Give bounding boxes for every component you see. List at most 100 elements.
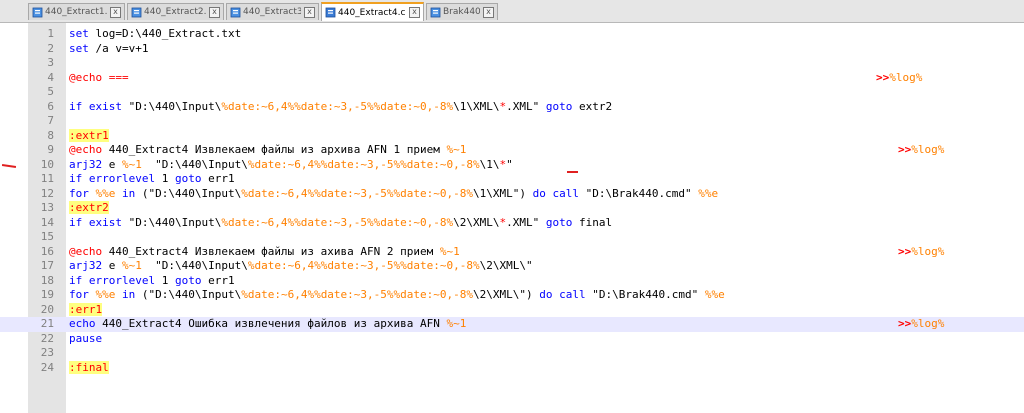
file-icon [32, 7, 43, 17]
line-number: 13 [40, 201, 54, 214]
tab-label: 440_Extract3.cmd [243, 7, 301, 17]
redirect-operator: >> [898, 143, 912, 156]
code-token: if exist [69, 99, 129, 113]
file-icon [230, 7, 241, 17]
code-token: %~1 [122, 157, 142, 171]
code-token: 1 [161, 172, 175, 185]
tab-bar: 440_Extract1.cmdx440_Extract2.cmdx440_Ex… [0, 0, 1024, 23]
code-text: for %%e in ("D:\440\Input\%date:~6,4%%da… [69, 288, 725, 303]
line-number: 5 [47, 85, 54, 98]
redirect-to-log: >>%log% [898, 143, 944, 158]
code-token: \2\XML\") [473, 288, 540, 301]
code-line[interactable]: 13 :extr2 [0, 201, 1024, 216]
log-variable: %log% [911, 317, 945, 330]
code-token: :extr1 [69, 128, 109, 142]
code-line[interactable]: 14 if exist "D:\440\Input\%date:~6,4%%dat… [0, 216, 1024, 231]
line-number: 12 [40, 186, 54, 200]
code-line[interactable]: 18 if errorlevel 1 goto err1 [0, 274, 1024, 289]
code-token: ("D:\440\Input\ [141, 186, 242, 200]
code-line[interactable]: 10 arj32 e %~1 "D:\440\Input\%date:~6,4%%… [0, 158, 1024, 173]
tab-440-extract3-cmd[interactable]: 440_Extract3.cmdx [226, 3, 319, 20]
code-text: pause [69, 332, 102, 347]
tab-brak440-cmd[interactable]: Brak440.cmdx [426, 3, 498, 20]
code-text: arj32 e %~1 "D:\440\Input\%date:~6,4%%da… [69, 259, 533, 274]
code-text: if exist "D:\440\Input\%date:~6,4%%date:… [69, 100, 612, 115]
redirect-operator: >> [898, 244, 912, 258]
code-token: extr2 [578, 99, 613, 113]
code-line[interactable]: 6 if exist "D:\440\Input\%date:~6,4%%date… [0, 100, 1024, 115]
tab-440-extract1-cmd[interactable]: 440_Extract1.cmdx [28, 3, 125, 20]
line-number: 22 [40, 331, 54, 345]
code-text: @echo === [69, 71, 129, 86]
code-line[interactable]: 21 echo 440_Extract4 Ошибка извлечения фа… [0, 317, 1024, 332]
code-token: err1 [208, 172, 235, 185]
code-line[interactable]: 5 [0, 85, 1024, 100]
code-line[interactable]: 7 [0, 114, 1024, 129]
code-token: "D:\Brak440.cmd" [592, 288, 705, 301]
code-token: " [506, 157, 513, 171]
code-line[interactable]: 22 pause [0, 332, 1024, 347]
close-icon[interactable]: x [409, 7, 420, 18]
code-token: %date:~6,4%%date:~3,-5%%date:~0,-8% [241, 288, 474, 301]
code-line[interactable]: 11 if errorlevel 1 goto err1 [0, 172, 1024, 187]
code-token: %%e [95, 186, 116, 200]
code-token: %~1 [439, 244, 460, 258]
code-token: /a v=v+1 [95, 41, 149, 55]
code-line[interactable]: 23 [0, 346, 1024, 361]
code-token: echo [69, 317, 103, 330]
code-line[interactable]: 19 for %%e in ("D:\440\Input\%date:~6,4%%… [0, 288, 1024, 303]
code-line[interactable]: 3 [0, 56, 1024, 71]
redirect-to-log: >>%log% [876, 71, 922, 86]
code-token: set [69, 27, 96, 40]
code-line[interactable]: 1 set log=D:\440_Extract.txt [0, 27, 1024, 42]
tab-label: 440_Extract1.cmd [45, 7, 107, 17]
code-token: "D:\Brak440.cmd" [585, 186, 699, 200]
tab-440-extract2-cmd[interactable]: 440_Extract2.cmdx [127, 3, 224, 20]
code-line[interactable]: 12 for %%e in ("D:\440\Input\%date:~6,4%%… [0, 187, 1024, 202]
line-number: 16 [40, 244, 54, 258]
code-token: e [108, 157, 122, 171]
line-number: 1 [47, 27, 54, 40]
close-icon[interactable]: x [209, 6, 220, 18]
tab-440-extract4-cmd[interactable]: 440_Extract4.cmdx [321, 2, 424, 21]
code-token: goto [545, 99, 579, 113]
code-token: .XML" [506, 99, 546, 113]
code-line[interactable]: 2 set /a v=v+1 [0, 42, 1024, 57]
code-token: goto [174, 273, 209, 287]
code-line[interactable]: 20 :err1 [0, 302, 1024, 318]
code-line[interactable]: 8:extr1 [0, 128, 1024, 144]
code-token: 440_Extract4 Извлекаем файлы из ахива AF… [108, 244, 440, 258]
code-token: e [108, 259, 122, 272]
red-underline-annotation [567, 171, 578, 173]
code-token: if exist [69, 215, 129, 229]
code-token: .XML" [506, 215, 546, 229]
close-icon[interactable]: x [483, 6, 494, 18]
code-text: echo 440_Extract4 Ошибка извлечения файл… [69, 317, 466, 332]
code-token: 440_Extract4 Извлекаем файлы из архива A… [108, 143, 447, 156]
code-line[interactable]: 9 @echo 440_Extract4 Извлекаем файлы из а… [0, 143, 1024, 158]
close-icon[interactable]: x [304, 6, 315, 18]
code-token: %date:~6,4%%date:~3,-5%%date:~0,-8% [221, 99, 454, 113]
code-text: :extr2 [69, 201, 109, 216]
code-token: :err1 [69, 302, 103, 316]
code-line[interactable]: 24:final [0, 360, 1024, 376]
code-token: \1\ [479, 157, 500, 171]
code-line[interactable]: 16 @echo 440_Extract4 Извлекаем файлы из … [0, 245, 1024, 260]
code-text: :err1 [69, 302, 103, 318]
log-variable: %log% [911, 143, 945, 156]
line-number: 15 [40, 230, 54, 243]
code-token: err1 [208, 273, 235, 287]
close-icon[interactable]: x [110, 6, 121, 18]
line-number: 2 [47, 41, 54, 55]
code-token: @echo [69, 143, 109, 156]
line-number: 21 [40, 317, 54, 330]
redirect-operator: >> [876, 70, 890, 84]
code-token: \2\XML\" [479, 259, 533, 272]
code-token: \2\XML\ [453, 215, 500, 229]
code-token: %date:~6,4%%date:~3,-5%%date:~0,-8% [247, 259, 480, 272]
code-line[interactable]: 4 @echo === >>%log% [0, 71, 1024, 86]
code-token: if errorlevel [69, 273, 162, 287]
code-line[interactable]: 17 arj32 e %~1 "D:\440\Input\%date:~6,4%%… [0, 259, 1024, 274]
code-line[interactable]: 15 [0, 230, 1024, 245]
line-number: 20 [40, 302, 54, 316]
